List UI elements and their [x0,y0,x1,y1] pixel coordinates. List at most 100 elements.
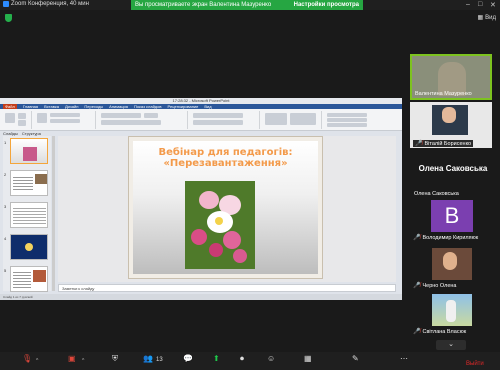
participants-scroll-down-button[interactable]: ⌄ [436,340,466,350]
list-buttons[interactable] [193,113,243,118]
replace-button[interactable] [327,118,367,122]
thumb-number: 1 [4,140,7,145]
quick-styles-icon[interactable] [290,113,316,125]
slide-notes[interactable]: Заметки к слайду [58,284,396,292]
participant-name: 🎤̸ Черно Олена [413,282,457,290]
ppt-status-bar: Слайд 1 из 7 русский [0,294,402,300]
view-button[interactable]: ▦ Вид [477,14,496,22]
thumb-image [23,147,37,161]
thumb-image [25,243,33,251]
participant-name-text: Валентина Мазуренко [415,91,472,97]
flower-photo[interactable] [185,181,255,269]
window-title-text: Zoom Конференция, 40 мин [11,1,89,7]
reset-icon[interactable] [50,119,80,123]
participant-tile-active[interactable]: Валентина Мазуренко [410,54,492,100]
whiteboard-icon[interactable]: ✎ [352,354,359,363]
slide-thumbnail[interactable] [10,170,48,196]
ribbon-group-slides [34,111,96,129]
participant-tile[interactable]: Олена Саковська Олена Саковська [406,150,500,198]
font-style-buttons[interactable] [101,120,161,125]
participant-name: 🎤̸ Віталій Борисенко [413,140,474,147]
slide-thumbnail[interactable] [10,202,48,228]
slide-thumbnail[interactable] [10,138,48,164]
participant-tile[interactable]: 🎤̸ Світлана Власюк [410,292,492,336]
chevron-down-icon: ⌄ [448,341,454,348]
minimize-icon[interactable]: – [466,1,470,8]
close-icon[interactable]: ✕ [490,1,496,9]
participant-name-text: Черно Олена [422,282,457,289]
participant-name-text: Віталій Борисенко [424,140,472,147]
thumb-number: 5 [4,268,7,273]
slide-thumbnail[interactable] [10,266,48,292]
thumb-text [13,175,33,191]
participant-name-text: Володимир Кириляюк [422,234,479,241]
participant-tile[interactable]: B 🎤̸ Володимир Кириляюк [410,198,492,242]
slide-title[interactable]: Вебінар для педагогів: «Перезавантаження… [133,147,318,169]
share-message: Вы просматриваете экран Валентина Мазуре… [135,2,272,8]
new-slide-icon[interactable] [37,113,47,123]
font-family-select[interactable] [101,113,141,118]
security-icon[interactable]: ⛨ [112,354,118,364]
thumb-number: 4 [4,236,7,241]
participant-name-text: Олена Саковська [414,191,459,197]
share-screen-icon[interactable]: ⬆ [213,354,220,363]
slide-editor[interactable]: Вебінар для педагогів: «Перезавантаження… [58,136,396,282]
reactions-icon[interactable]: ☺ [267,354,275,363]
thumb-text [13,206,46,224]
select-button[interactable] [327,123,367,127]
mic-muted-icon: 🎤̸ [413,283,421,289]
ribbon-group-paragraph [190,111,260,129]
paste-icon[interactable] [5,113,15,123]
view-options-button[interactable]: Настройки просмотра [294,2,359,8]
maximize-icon[interactable]: □ [478,1,482,8]
slide-canvas: Вебінар для педагогів: «Перезавантаження… [133,141,318,274]
participant-name-text: Світлана Власюк [422,328,467,335]
participant-tile[interactable]: 🎤̸ Черно Олена [410,246,492,290]
slide-thumbnails: 1 2 3 4 5 [3,136,51,292]
mic-muted-icon: 🎤̸ [413,329,421,335]
record-icon[interactable]: ⏺ [240,354,244,364]
slide-thumbnail[interactable] [10,234,48,260]
participant-name: 🎤̸ Світлана Власюк [413,328,467,336]
cut-icon[interactable] [18,113,26,119]
title-bar: Zoom Конференция, 40 мин Вы просматривае… [0,0,500,10]
leave-button[interactable]: Выйти [466,361,484,367]
participant-photo-figure [446,300,456,322]
meeting-toolbar: 🎙 ^ ▣ ^ ⛨ 👥 13 💬 ⬆ ⏺ ☺ ▦ ✎ ⋯ [0,352,500,370]
ppt-ribbon [0,109,402,131]
grid-icon: ▦ [477,15,484,21]
participants-icon[interactable]: 👥 [143,354,153,363]
ribbon-group-clipboard [2,111,32,129]
shared-screen[interactable]: 17:28:32 - Microsoft PowerPoint Файл Гла… [0,98,402,300]
participant-name: Олена Саковська [414,191,459,197]
thumb-image [35,174,47,184]
apps-icon[interactable]: ▦ [304,354,312,363]
shapes-icon[interactable] [265,113,287,125]
video-options-chevron-icon[interactable]: ^ [82,358,84,364]
ribbon-group-font [98,111,188,129]
zoom-logo-icon [3,1,9,7]
participant-name: Валентина Мазуренко [415,91,472,97]
participant-tile[interactable]: 🎤̸ Віталій Борисенко [410,102,492,148]
video-off-icon[interactable]: ▣ [68,354,76,363]
font-size-select[interactable] [144,113,158,118]
security-shield-icon[interactable] [5,14,12,22]
mic-muted-icon: 🎤̸ [413,235,421,241]
current-slide[interactable]: Вебінар для педагогів: «Перезавантаження… [128,136,323,279]
participant-photo-face [442,107,456,123]
ribbon-group-drawing [262,111,322,129]
thumb-text [13,270,31,288]
audio-options-chevron-icon[interactable]: ^ [36,358,38,364]
mute-icon[interactable]: 🎙 [22,354,32,363]
find-button[interactable] [327,113,367,117]
thumbnail-scrollbar[interactable] [52,136,55,291]
copy-icon[interactable] [18,120,26,126]
mic-muted-icon: 🎤̸ [415,141,423,147]
more-icon[interactable]: ⋯ [400,354,408,363]
layout-icon[interactable] [50,113,80,117]
thumb-number: 3 [4,204,7,209]
share-banner: Вы просматриваете экран Валентина Мазуре… [131,0,363,10]
chat-icon[interactable]: 💬 [183,354,193,363]
align-buttons[interactable] [193,120,243,125]
participants-count: 13 [156,357,163,363]
